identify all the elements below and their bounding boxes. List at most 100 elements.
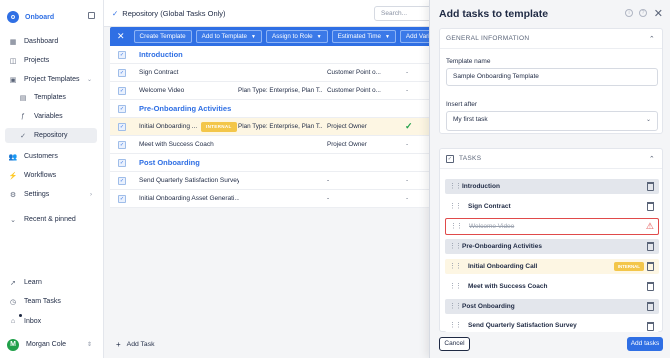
info-icon[interactable]: i (625, 9, 633, 17)
insert-after-select[interactable]: My first task ⌄ (446, 111, 658, 131)
trash-icon[interactable] (647, 282, 654, 291)
estimated-time-button[interactable]: Estimated Time ▼ (331, 30, 396, 43)
trash-icon[interactable] (647, 262, 654, 271)
task-list-item[interactable]: ⋮⋮ Sign Contract (445, 199, 659, 214)
row-checkbox[interactable]: ✓ (118, 105, 126, 113)
drag-handle-icon[interactable]: ⋮⋮ (449, 303, 462, 310)
table-row[interactable]: ✓ Meet with Success Coach Project Owner … (110, 136, 430, 154)
chevron-down-icon: ▼ (316, 33, 322, 40)
drag-handle-icon[interactable]: ⋮⋮ (449, 263, 462, 270)
sidebar-item-project-templates[interactable]: ▣ Project Templates ⌄ (5, 72, 97, 87)
row-checkbox[interactable]: ✓ (118, 141, 126, 149)
trash-icon[interactable] (647, 182, 654, 191)
task-list-item[interactable]: ⋮⋮ Send Quarterly Satisfaction Survey (445, 319, 659, 332)
warning-icon: ⚠ (645, 221, 654, 231)
create-template-button[interactable]: Create Template (133, 30, 192, 43)
table-icon: ▤ (19, 94, 27, 102)
task-list-item[interactable]: ⋮⋮ Introduction (445, 179, 659, 194)
tasks-header[interactable]: ✓ TASKS ⌃ (440, 149, 662, 169)
trash-icon[interactable] (647, 322, 654, 331)
assign-to-role-button[interactable]: Assign to Role ▼ (266, 30, 328, 43)
plan-cell: Plan Type: Enterprise, Plan T... (238, 87, 322, 94)
trash-icon[interactable] (647, 242, 654, 251)
internal-badge: INTERNAL (613, 262, 644, 271)
table-row[interactable]: ✓ Sign Contract Customer Point o... - (110, 64, 430, 82)
drag-handle-icon[interactable]: ⋮⋮ (449, 322, 462, 329)
help-icon[interactable]: ? (639, 9, 647, 17)
row-checkbox[interactable]: ✓ (118, 87, 126, 95)
sidebar-item-projects[interactable]: ◫ Projects (5, 53, 97, 68)
sidebar-item-variables[interactable]: ƒ Variables (5, 109, 97, 124)
logo-icon: o (7, 11, 19, 23)
drag-handle-icon[interactable]: ⋮⋮ (449, 183, 462, 190)
sidebar-item-label: Recent & pinned (24, 216, 76, 223)
task-list-item[interactable]: ⋮⋮ Post Onboarding (445, 299, 659, 314)
bolt-icon: ⚡ (8, 172, 18, 180)
task-list-item[interactable]: ⋮⋮ Welcome Video ⚠ (445, 218, 659, 235)
drag-handle-icon[interactable]: ⋮⋮ (449, 203, 462, 210)
sidebar-item-label: Team Tasks (24, 298, 61, 305)
user-name: Morgan Cole (26, 341, 67, 348)
task-name: Post Onboarding (462, 303, 515, 310)
task-name: Initial Onboarding Call (468, 263, 538, 270)
sidebar-item-dashboard[interactable]: ▦ Dashboard (5, 34, 97, 49)
sidebar-item-settings[interactable]: ⚙ Settings › (5, 187, 97, 202)
trash-icon[interactable] (647, 302, 654, 311)
drag-handle-icon[interactable]: ⋮⋮ (449, 283, 462, 290)
search-input[interactable]: Search... (374, 6, 434, 21)
add-tasks-panel: Add tasks to template i ? ✕ GENERAL INFO… (429, 0, 670, 358)
cancel-button[interactable]: Cancel (439, 337, 470, 351)
table-row[interactable]: ✓ Send Quarterly Satisfaction Survey - - (110, 172, 430, 190)
tasks-checkbox-icon[interactable]: ✓ (446, 154, 454, 163)
table-section-row[interactable]: ✓ Introduction (110, 46, 430, 64)
row-checkbox[interactable]: ✓ (118, 51, 126, 59)
general-information-header[interactable]: GENERAL INFORMATION ⌃ (440, 29, 662, 49)
add-tasks-button[interactable]: Add tasks (627, 337, 663, 351)
close-icon[interactable]: ✕ (117, 31, 125, 42)
role-cell: Customer Point o... (327, 87, 381, 94)
sidebar-item-templates[interactable]: ▤ Templates (5, 90, 97, 105)
user-menu[interactable]: M Morgan Cole ⇕ (5, 337, 97, 352)
table-section-row[interactable]: ✓ Pre-Onboarding Activities (110, 100, 430, 118)
sidebar-item-label: Templates (34, 94, 66, 101)
table-row[interactable]: ✓ Initial Onboarding ... INTERNAL Plan T… (110, 118, 430, 136)
sidebar-item-workflows[interactable]: ⚡ Workflows (5, 168, 97, 183)
sidebar-item-team-tasks[interactable]: ◷ Team Tasks (5, 294, 97, 309)
sidebar-collapse-icon[interactable] (88, 12, 95, 19)
brand[interactable]: o Onboard (7, 9, 99, 25)
row-checkbox[interactable]: ✓ (118, 177, 126, 185)
drag-handle-icon[interactable]: ⋮⋮ (450, 223, 463, 230)
sidebar-item-recent-pinned[interactable]: ⌄ Recent & pinned (5, 212, 97, 227)
add-to-template-button[interactable]: Add to Template ▼ (195, 30, 262, 43)
table-row[interactable]: ✓ Initial Onboarding Asset Generati... -… (110, 190, 430, 208)
drag-handle-icon[interactable]: ⋮⋮ (449, 243, 462, 250)
sidebar-item-repository[interactable]: ✓ Repository (5, 128, 97, 143)
row-checkbox[interactable]: ✓ (118, 159, 126, 167)
sidebar-item-learn[interactable]: ➚ Learn (5, 275, 97, 290)
row-checkbox[interactable]: ✓ (118, 69, 126, 77)
task-list-item[interactable]: ⋮⋮ Meet with Success Coach (445, 279, 659, 294)
task-name: Welcome Video (469, 223, 515, 230)
role-cell: - (327, 195, 330, 202)
row-checkbox[interactable]: ✓ (118, 195, 126, 203)
sidebar-item-label: Workflows (24, 172, 57, 179)
close-icon[interactable]: ✕ (654, 7, 663, 20)
table-section-row[interactable]: ✓ Post Onboarding (110, 154, 430, 172)
bulk-action-toolbar: ✕ Create Template Add to Template ▼ Assig… (110, 27, 443, 46)
general-information-card: GENERAL INFORMATION ⌃ Template name Samp… (439, 28, 663, 134)
task-list-item[interactable]: ⋮⋮ Initial Onboarding Call INTERNAL (445, 259, 659, 274)
plus-icon: + (116, 340, 121, 349)
template-name-field[interactable]: Sample Onboarding Template (446, 68, 658, 86)
users-icon: 👥 (8, 153, 18, 161)
sidebar-item-inbox[interactable]: ⌂ Inbox (5, 314, 97, 329)
task-name: Meet with Success Coach (139, 141, 214, 148)
trash-icon[interactable] (647, 202, 654, 211)
section-label: GENERAL INFORMATION (446, 35, 530, 42)
sidebar-item-label: Dashboard (24, 38, 59, 45)
table-row[interactable]: ✓ Welcome Video Plan Type: Enterprise, P… (110, 82, 430, 100)
task-list-item[interactable]: ⋮⋮ Pre-Onboarding Activities (445, 239, 659, 254)
rocket-icon: ➚ (10, 279, 16, 287)
row-checkbox[interactable]: ✓ (118, 123, 126, 131)
sidebar-item-customers[interactable]: 👥 Customers (5, 149, 97, 164)
add-task-button[interactable]: + Add Task (116, 340, 155, 349)
